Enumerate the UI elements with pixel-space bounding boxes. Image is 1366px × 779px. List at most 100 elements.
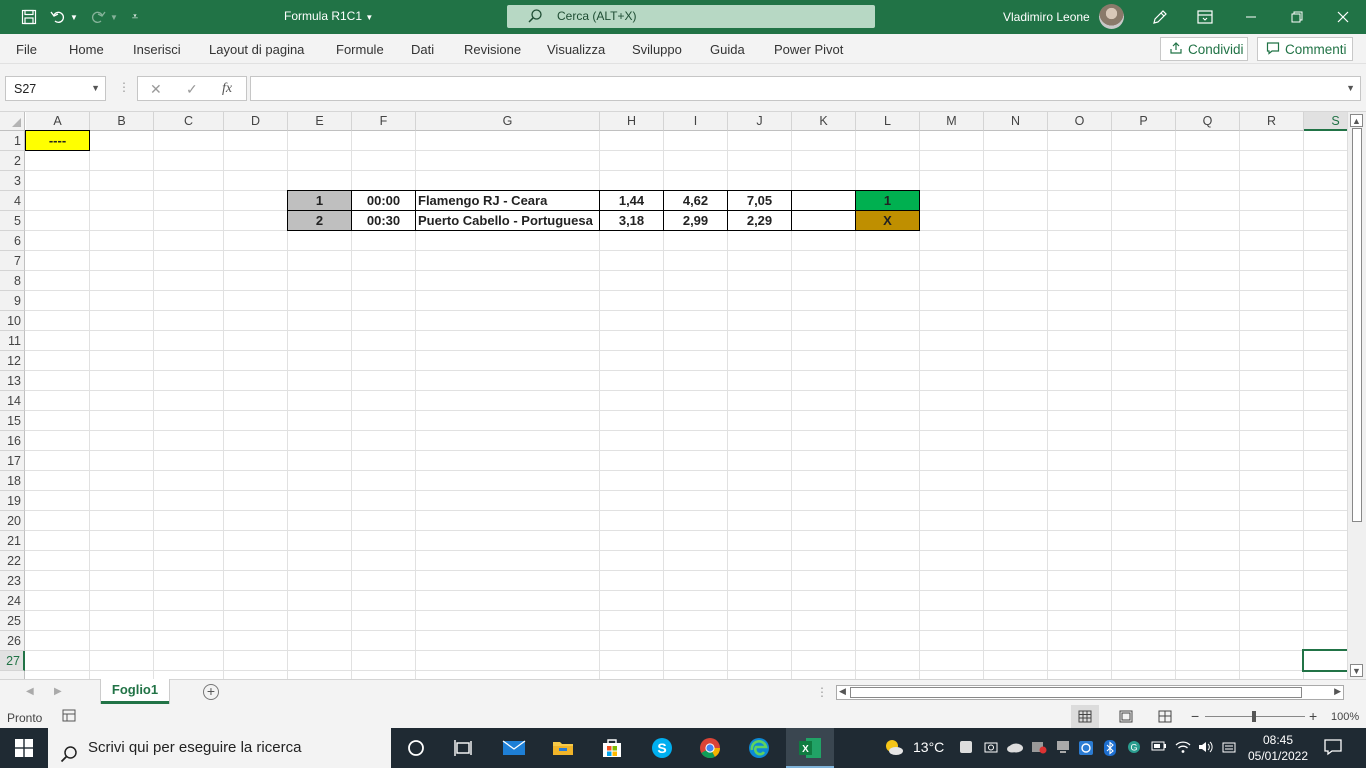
row-header-partial[interactable] — [0, 671, 25, 679]
page-layout-view-icon[interactable] — [1119, 710, 1133, 726]
row-header-20[interactable]: 20 — [0, 511, 25, 531]
notifications-icon[interactable] — [1324, 738, 1342, 759]
redo-dropdown-icon[interactable]: ▼ — [104, 7, 124, 27]
column-header-s[interactable]: S — [1304, 112, 1347, 131]
formula-input[interactable]: ▼ — [250, 76, 1361, 101]
pen-icon[interactable] — [1150, 7, 1170, 27]
row-header-21[interactable]: 21 — [0, 531, 25, 551]
name-box-dropdown-icon[interactable]: ▼ — [91, 83, 100, 93]
skype-icon[interactable]: S — [650, 736, 674, 760]
cell-i4[interactable]: 4,62 — [663, 190, 728, 211]
row-header-13[interactable]: 13 — [0, 371, 25, 391]
tab-sviluppo[interactable]: Sviluppo — [632, 42, 682, 57]
avatar[interactable] — [1099, 4, 1124, 29]
column-header-i[interactable]: I — [664, 112, 728, 131]
cell-f4[interactable]: 00:00 — [351, 190, 416, 211]
column-header-h[interactable]: H — [600, 112, 664, 131]
column-header-g[interactable]: G — [416, 112, 600, 131]
close-button[interactable] — [1320, 0, 1366, 34]
row-header-7[interactable]: 7 — [0, 251, 25, 271]
row-header-26[interactable]: 26 — [0, 631, 25, 651]
store-icon[interactable] — [600, 736, 624, 760]
column-header-j[interactable]: J — [728, 112, 792, 131]
cancel-icon[interactable]: ✕ — [150, 81, 162, 98]
minimize-button[interactable] — [1228, 0, 1274, 34]
row-header-11[interactable]: 11 — [0, 331, 25, 351]
tab-dati[interactable]: Dati — [411, 42, 434, 57]
undo-dropdown-icon[interactable]: ▼ — [64, 7, 84, 27]
cell-j4[interactable]: 7,05 — [727, 190, 792, 211]
add-sheet-icon[interactable]: + — [203, 684, 219, 700]
row-header-2[interactable]: 2 — [0, 151, 25, 171]
scroll-up-icon[interactable]: ▲ — [1350, 114, 1363, 127]
column-header-m[interactable]: M — [920, 112, 984, 131]
vertical-scroll-thumb[interactable] — [1352, 128, 1362, 522]
column-header-l[interactable]: L — [856, 112, 920, 131]
cell-h4[interactable]: 1,44 — [599, 190, 664, 211]
cell-l4[interactable]: 1 — [855, 190, 920, 211]
tab-guida[interactable]: Guida — [710, 42, 745, 57]
cell-k4[interactable] — [791, 190, 856, 211]
scroll-down-icon[interactable]: ▼ — [1350, 664, 1363, 677]
insert-function-icon[interactable]: fx — [222, 81, 232, 97]
column-header-k[interactable]: K — [792, 112, 856, 131]
cell-e5[interactable]: 2 — [287, 210, 352, 231]
row-header-22[interactable]: 22 — [0, 551, 25, 571]
tab-inserisci[interactable]: Inserisci — [133, 42, 181, 57]
tab-formule[interactable]: Formule — [336, 42, 384, 57]
wifi-icon[interactable] — [1175, 740, 1191, 757]
user-name[interactable]: Vladimiro Leone — [1003, 10, 1090, 24]
column-header-o[interactable]: O — [1048, 112, 1112, 131]
zoom-in-icon[interactable]: + — [1309, 708, 1317, 724]
column-header-e[interactable]: E — [288, 112, 352, 131]
row-header-27[interactable]: 27 — [0, 651, 25, 671]
column-header-n[interactable]: N — [984, 112, 1048, 131]
cell-j5[interactable]: 2,29 — [727, 210, 792, 231]
comments-button[interactable]: Commenti — [1257, 37, 1353, 61]
excel-taskbar-button[interactable]: X — [786, 728, 834, 768]
zoom-slider-thumb[interactable] — [1252, 711, 1256, 722]
sheet-tab-foglio1[interactable]: Foglio1 — [101, 679, 169, 704]
camera-tray-icon[interactable] — [984, 740, 998, 757]
expand-formula-bar-icon[interactable]: ▼ — [1346, 83, 1355, 93]
row-header-18[interactable]: 18 — [0, 471, 25, 491]
mail-icon[interactable] — [502, 736, 526, 760]
scroll-right-icon[interactable]: ▶ — [1334, 686, 1341, 697]
row-header-25[interactable]: 25 — [0, 611, 25, 631]
row-header-4[interactable]: 4 — [0, 191, 25, 211]
zoom-out-icon[interactable]: − — [1191, 708, 1199, 724]
column-header-a[interactable]: A — [26, 112, 90, 131]
row-header-9[interactable]: 9 — [0, 291, 25, 311]
share-button[interactable]: Condividi — [1160, 37, 1248, 61]
macro-record-icon[interactable] — [62, 709, 76, 725]
column-header-f[interactable]: F — [352, 112, 416, 131]
volume-icon[interactable] — [1198, 740, 1214, 757]
cell-g5[interactable]: Puerto Cabello - Portuguesa — [415, 210, 600, 231]
prev-sheet-icon[interactable]: ◀ — [26, 686, 34, 697]
cell-l5[interactable]: X — [855, 210, 920, 231]
battery-icon[interactable] — [1151, 740, 1167, 755]
antivirus-tray-icon[interactable] — [1031, 740, 1047, 757]
horizontal-scroll-thumb[interactable] — [850, 687, 1302, 698]
customize-toolbar-icon[interactable]: ⩡ — [125, 7, 145, 27]
save-icon[interactable] — [19, 7, 39, 27]
row-header-16[interactable]: 16 — [0, 431, 25, 451]
formula-bar-splitter[interactable]: ⋮ — [118, 80, 130, 94]
tab-home[interactable]: Home — [69, 42, 104, 57]
name-box[interactable]: S27 ▼ — [5, 76, 106, 101]
vertical-scrollbar[interactable]: ▲ ▼ — [1347, 112, 1366, 679]
network-app-tray-icon[interactable] — [1078, 740, 1094, 759]
column-header-b[interactable]: B — [90, 112, 154, 131]
column-header-r[interactable]: R — [1240, 112, 1304, 131]
onedrive-icon[interactable] — [1006, 740, 1024, 757]
column-header-q[interactable]: Q — [1176, 112, 1240, 131]
tab-splitter-icon[interactable]: ⋮ — [816, 685, 828, 699]
page-break-view-icon[interactable] — [1158, 710, 1172, 726]
temperature[interactable]: 13°C — [913, 739, 944, 755]
restore-button[interactable] — [1274, 0, 1320, 34]
chrome-icon[interactable] — [698, 736, 722, 760]
cell-i5[interactable]: 2,99 — [663, 210, 728, 231]
search-box[interactable]: Cerca (ALT+X) — [507, 5, 875, 28]
row-header-1[interactable]: 1 — [0, 131, 25, 151]
row-header-24[interactable]: 24 — [0, 591, 25, 611]
